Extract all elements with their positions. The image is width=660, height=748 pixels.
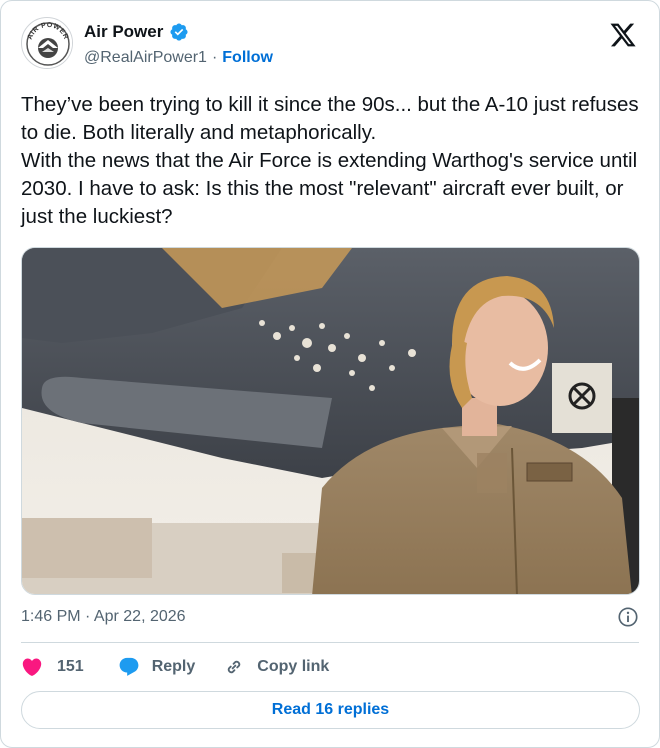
post-timestamp[interactable]: 1:46 PM · Apr 22, 2026 [21, 608, 186, 626]
follow-button[interactable]: Follow [222, 49, 273, 67]
reply-label: Reply [151, 658, 196, 675]
display-name[interactable]: Air Power [84, 22, 163, 42]
separator-dot: · [211, 49, 218, 66]
post-text: They’ve been trying to kill it since the… [21, 93, 639, 228]
reply-button[interactable]: Reply [118, 656, 196, 678]
air-power-logo-icon: AIR POWER [23, 19, 72, 68]
a10-pilot-photo-icon [22, 248, 639, 594]
chat-bubble-icon [119, 657, 139, 676]
copy-link-label: Copy link [257, 658, 330, 675]
post-card: AIR POWER Air Power @RealAirPower1 · Fol… [0, 0, 660, 748]
action-bar: 151 Reply Copy link [21, 653, 329, 681]
info-icon[interactable] [617, 606, 639, 628]
post-header: AIR POWER Air Power @RealAirPower1 · Fol… [21, 17, 643, 73]
name-row: Air Power [84, 22, 189, 42]
divider [21, 642, 639, 643]
avatar[interactable]: AIR POWER [21, 17, 73, 69]
link-icon [228, 660, 241, 674]
read-replies-label: Read 16 replies [271, 701, 390, 718]
post-image[interactable] [21, 247, 640, 595]
handle[interactable]: @RealAirPower1 [84, 49, 207, 67]
x-logo-icon[interactable] [609, 21, 637, 49]
like-button[interactable]: 151 [21, 656, 84, 678]
read-replies-button[interactable]: Read 16 replies [21, 691, 640, 729]
like-count: 151 [57, 658, 84, 675]
timestamp-text: 1:46 PM · Apr 22, 2026 [21, 608, 186, 625]
copy-link-button[interactable]: Copy link [223, 656, 329, 678]
verified-badge-icon [170, 23, 188, 41]
heart-icon [22, 658, 42, 676]
handle-row: @RealAirPower1 · Follow [84, 49, 273, 67]
